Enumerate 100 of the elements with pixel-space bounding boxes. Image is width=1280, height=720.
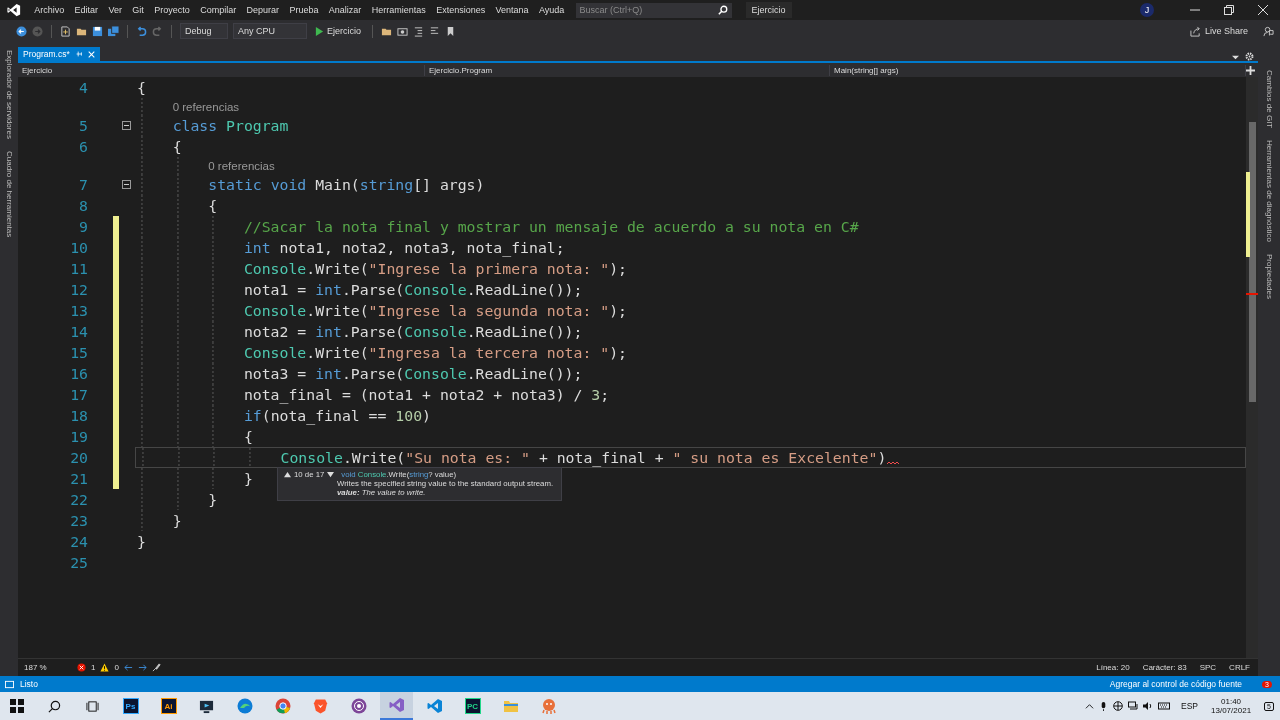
code-line: Console.Write("Su nota es: " + nota_final + " su nota es Excelente") (280, 449, 887, 466)
document-tab[interactable]: Program.cs* (18, 47, 100, 61)
line-number: 11 (69, 260, 88, 277)
side-panel-tab[interactable]: Herramientas de diagnóstico (1264, 140, 1274, 243)
code-line: nota1 = int.Parse(Console.ReadLine()); (243, 281, 583, 298)
language-indicator[interactable]: ESP (1181, 701, 1199, 711)
menu-item[interactable]: Ventana (490, 5, 534, 15)
search-icon (717, 5, 728, 15)
split-icon[interactable] (1246, 65, 1255, 75)
reference-count[interactable]: 0 referencias (208, 159, 275, 172)
network-icon[interactable] (1128, 701, 1139, 711)
browser-icon[interactable] (236, 698, 253, 714)
infinity-icon[interactable] (388, 697, 405, 713)
up-arrow-icon[interactable] (284, 471, 291, 478)
start-button[interactable]: Ejercicio (312, 26, 364, 36)
menu-item[interactable]: Depurar (241, 5, 285, 15)
menu-item[interactable]: Herramientas (366, 5, 431, 15)
down-arrow-icon[interactable] (327, 471, 335, 478)
browser-icon[interactable] (274, 698, 291, 714)
line-number: 15 (69, 344, 88, 361)
warning-icon (100, 663, 110, 672)
menu-item[interactable]: Proyecto (149, 5, 195, 15)
reference-count[interactable]: 0 referencias (172, 100, 240, 113)
feedback-icon[interactable] (1263, 25, 1274, 37)
restore-icon[interactable] (1224, 5, 1234, 15)
menu-item[interactable]: Editar (69, 5, 104, 15)
line-number: 8 (78, 197, 88, 214)
zoom-dropdown[interactable]: 187 % (24, 663, 64, 672)
play-icon (315, 26, 324, 36)
search-field[interactable]: Buscar (Ctrl+Q) (575, 2, 732, 18)
search-input[interactable]: Buscar (Ctrl+Q) (579, 3, 718, 17)
side-panel-tab[interactable]: Explorador de servidores (4, 50, 14, 139)
collapse-icon[interactable] (122, 121, 131, 130)
configuration-dropdown[interactable]: Debug (180, 23, 228, 39)
globe-icon[interactable] (1113, 701, 1124, 711)
settings-icon[interactable] (1245, 52, 1254, 61)
bookmark-icon[interactable] (445, 25, 456, 37)
search-icon[interactable] (48, 699, 61, 713)
member-dropdown[interactable]: Main(string[] args) (830, 64, 1246, 76)
dropdown-icon[interactable] (1232, 54, 1239, 61)
clock-date[interactable]: 13/07/2021 (1211, 706, 1252, 715)
forward-icon[interactable] (137, 663, 147, 672)
type-dropdown[interactable]: Ejercicio.Program (425, 64, 830, 76)
windows-icon[interactable] (9, 699, 24, 713)
lion-shield-icon[interactable] (313, 698, 328, 714)
app-icon[interactable]: PC (464, 698, 481, 714)
new-item-icon[interactable] (60, 25, 71, 37)
clock-time[interactable]: 01:40 (1221, 697, 1242, 706)
menu-item[interactable]: Extensiones (430, 5, 491, 15)
share-icon (1189, 25, 1201, 37)
platform-dropdown[interactable]: Any CPU (233, 23, 307, 39)
source-control-button[interactable]: Agregar al control de código fuente (1109, 679, 1243, 689)
scrollbar[interactable] (1246, 77, 1258, 658)
comment-icon[interactable] (429, 25, 440, 37)
live-share-button[interactable]: Live Share (1189, 25, 1248, 37)
code-line: Console.Write("Ingrese la primera nota: "); (243, 260, 627, 277)
save-all-icon[interactable] (108, 25, 119, 37)
warning-count[interactable]: 0 (114, 663, 119, 672)
task-view-icon[interactable] (86, 699, 99, 713)
line-number: 7 (78, 176, 88, 193)
menu-item[interactable]: Git (127, 5, 150, 15)
menu-item[interactable]: Prueba (284, 5, 324, 15)
side-panel-tab[interactable]: Cuadro de herramientas (4, 150, 14, 238)
indent-icon[interactable] (413, 25, 424, 37)
user-avatar[interactable]: J (1140, 3, 1154, 17)
volume-icon[interactable] (1143, 701, 1154, 711)
collapse-icon[interactable] (122, 180, 131, 189)
monitor-icon[interactable] (199, 698, 214, 714)
code-line: static void Main(string[] args) (208, 176, 485, 193)
save-icon[interactable] (92, 25, 103, 37)
side-panel-tab[interactable]: Propiedades (1264, 254, 1274, 299)
menu-item[interactable]: Ver (103, 5, 128, 15)
undo-icon[interactable] (136, 25, 147, 37)
chevron-up-icon[interactable] (1085, 701, 1095, 711)
menu-item[interactable]: Compilar (194, 5, 242, 15)
onion-icon[interactable] (350, 698, 367, 714)
error-count[interactable]: 1 (91, 663, 96, 672)
menu-item[interactable]: Archivo (29, 5, 70, 15)
camera-icon[interactable] (397, 25, 408, 37)
menu-item[interactable]: Ayuda (533, 5, 570, 15)
pin-icon[interactable] (74, 50, 83, 58)
side-panel-tab[interactable]: Cambios de GIT (1264, 70, 1274, 129)
brush-icon[interactable] (151, 663, 161, 672)
line-number: 19 (69, 428, 88, 445)
line-indicator: Línea: 20 (1096, 663, 1130, 672)
app-icon[interactable]: Ps (122, 698, 139, 714)
status-text: Listo (20, 679, 38, 689)
code-line: { (208, 197, 218, 214)
keyboard-icon[interactable] (1158, 701, 1171, 711)
whitespace-indicator: SPC (1199, 663, 1217, 672)
code-line: } (243, 470, 253, 487)
redo-icon[interactable] (152, 25, 163, 37)
line-number: 9 (78, 218, 88, 235)
close-icon[interactable] (1258, 5, 1268, 15)
code-editor-icon[interactable] (426, 698, 443, 714)
project-dropdown[interactable]: Ejercicio (18, 64, 425, 76)
back-icon[interactable] (16, 25, 27, 37)
app-icon[interactable]: Ai (160, 698, 177, 714)
menu-item[interactable]: Analizar (323, 5, 367, 15)
code-line: if(nota_final == 100) (243, 407, 431, 424)
